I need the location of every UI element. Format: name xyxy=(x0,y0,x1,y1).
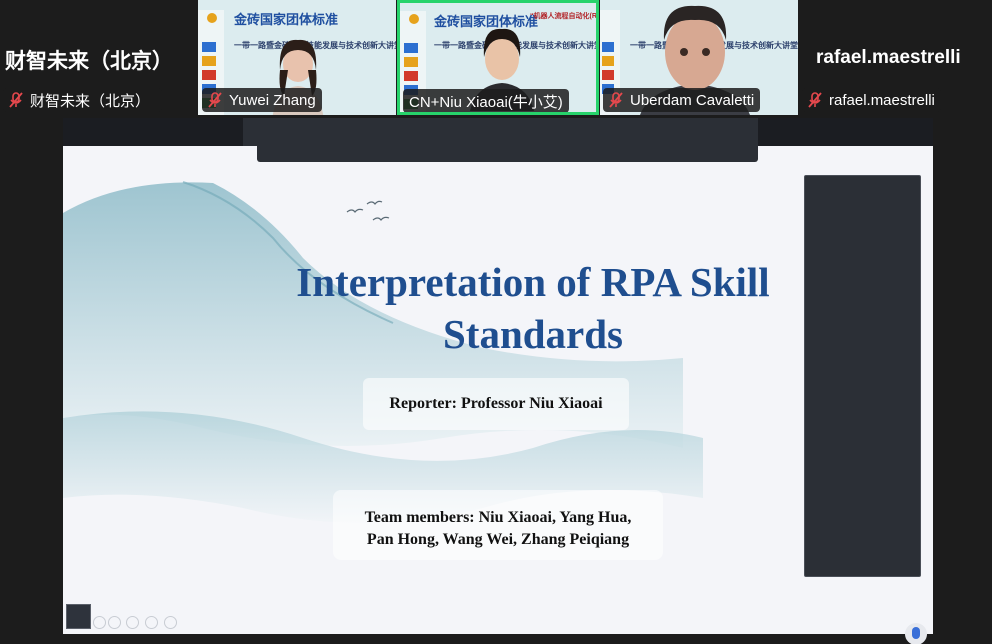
participant-name-text: rafael.maestrelli xyxy=(829,91,935,109)
mic-muted-icon xyxy=(208,92,222,108)
participant-name-label: Yuwei Zhang xyxy=(202,88,322,112)
participant-tile-yuwei-zhang[interactable]: 金砖国家团体标准 一带一路暨金砖国家技能发展与技术创新大讲堂 Yuwei Zha… xyxy=(198,0,396,115)
share-bottom-bar xyxy=(63,634,933,644)
birds-icon xyxy=(346,200,390,221)
participant-tile-rafael-maestrelli[interactable]: rafael.maestrelli rafael.maestrelli xyxy=(799,0,992,115)
participant-name-label: rafael.maestrelli xyxy=(802,88,941,112)
slide-team-members: Team members: Niu Xiaoai, Yang Hua, Pan … xyxy=(323,507,673,551)
share-toolbar[interactable] xyxy=(257,118,758,162)
participant-name-label: CN+Niu Xiaoai(牛小艾) xyxy=(403,89,569,112)
participant-name-text: Uberdam Cavaletti xyxy=(630,91,755,109)
video-poster-tag: “机器人流程自动化(RPA)” xyxy=(530,13,597,20)
zoom-control-icon[interactable] xyxy=(145,616,158,629)
side-panel[interactable] xyxy=(804,175,921,577)
mic-muted-icon xyxy=(808,92,822,108)
slide-thumbnail-button[interactable] xyxy=(66,604,91,629)
slide-reporter: Reporter: Professor Niu Xiaoai xyxy=(389,395,603,412)
video-poster-title: 金砖国家团体标准 xyxy=(234,12,339,27)
mic-muted-icon xyxy=(609,92,623,108)
team-members-line-1: Team members: Niu Xiaoai, Yang Hua, xyxy=(364,509,632,526)
participant-tile-uberdam-cavaletti[interactable]: 一带一路暨金砖国家技能发展与技术创新大讲堂 Uberdam Cavaletti xyxy=(600,0,798,115)
slide-title: Interpretation of RPA Skill Standards xyxy=(296,259,770,357)
participant-name-label: Uberdam Cavaletti xyxy=(603,88,761,112)
prev-control-icon[interactable] xyxy=(93,616,106,629)
copy-control-icon[interactable] xyxy=(126,616,139,629)
participant-name-label: 财智未来（北京） xyxy=(3,88,162,112)
scroll-mouse-icon[interactable] xyxy=(905,623,927,644)
participant-display-name: rafael.maestrelli xyxy=(816,47,961,68)
participant-tile-caizhi[interactable]: 财智未来（北京） 财智未来（北京） xyxy=(0,0,197,115)
team-members-line-2: Pan Hong, Wang Wei, Zhang Peiqiang xyxy=(366,531,630,548)
participant-tile-niu-xiaoai[interactable]: 金砖国家团体标准 “机器人流程自动化(RPA)” 一带一路暨金砖国家技能发展与技… xyxy=(397,0,599,115)
pen-control-icon[interactable] xyxy=(108,616,121,629)
participant-display-name: 财智未来（北京） xyxy=(5,50,173,73)
participant-name-text: Yuwei Zhang xyxy=(229,91,316,109)
participant-name-text: CN+Niu Xiaoai(牛小艾) xyxy=(409,93,563,111)
more-control-icon[interactable] xyxy=(164,616,177,629)
shared-screen: Interpretation of RPA Skill Standards Re… xyxy=(63,118,933,644)
participant-name-text: 财智未来（北京） xyxy=(30,92,151,110)
mic-muted-icon xyxy=(9,92,23,108)
